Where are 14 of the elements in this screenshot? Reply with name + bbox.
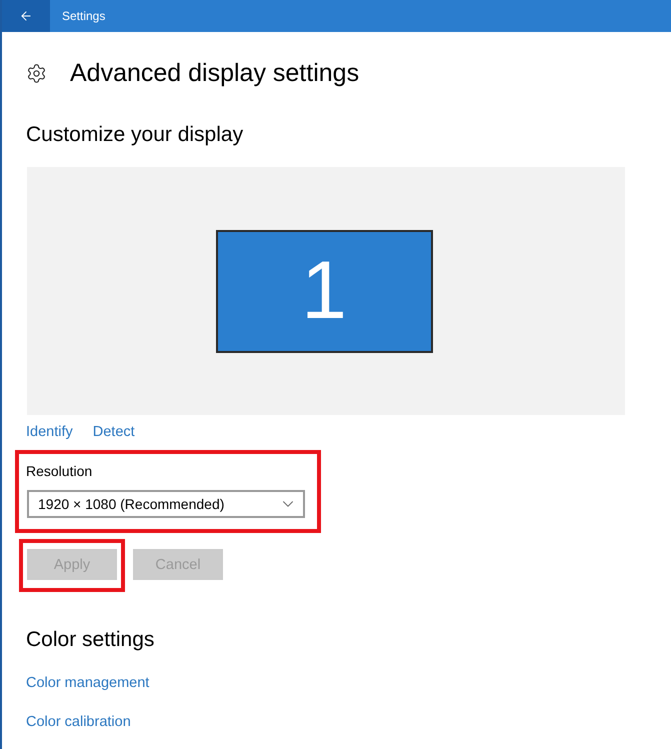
resolution-dropdown[interactable]: 1920 × 1080 (Recommended) [27,490,305,518]
link[interactable]: Detect [92,422,135,442]
window-title: Settings [62,9,106,23]
section-heading: Color settings [26,627,154,653]
monitor-tile[interactable]: 1 [216,230,432,352]
display-number: 1 [301,250,347,332]
link[interactable]: Identify [26,422,73,442]
link[interactable]: Color calibration [26,712,131,732]
link[interactable]: Color management [26,673,150,693]
section-heading: Customize your display [26,122,244,148]
back-button[interactable] [2,0,50,32]
page-title: Advanced display settings [70,58,360,89]
field-label: Resolution [26,462,92,481]
gear-icon [26,62,47,84]
